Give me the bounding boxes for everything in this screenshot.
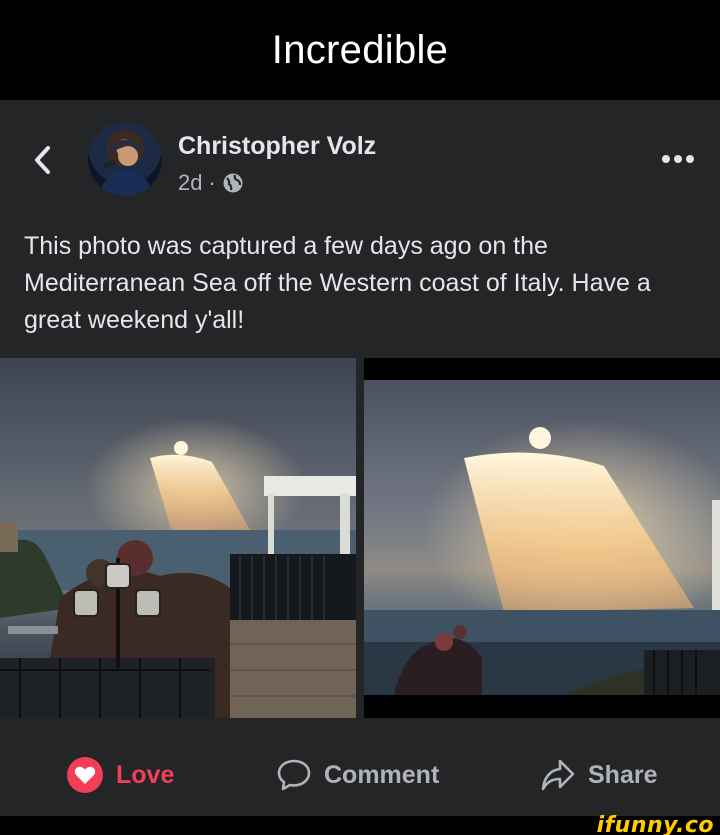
love-label: Love — [116, 760, 175, 789]
share-icon — [541, 759, 575, 791]
post-header: Christopher Volz 2d · — [0, 100, 720, 200]
share-button[interactable]: Share — [540, 752, 657, 798]
footer-bar: ifunny.co — [0, 813, 720, 835]
comment-icon — [277, 759, 311, 791]
meme-title: Incredible — [0, 0, 720, 100]
facebook-post: Christopher Volz 2d · This photo was cap… — [0, 100, 720, 816]
action-bar: Love Comment Share — [0, 740, 720, 810]
back-chevron-icon — [35, 146, 50, 174]
comment-button[interactable]: Comment — [276, 752, 439, 798]
post-meta: 2d · — [178, 170, 244, 196]
author-name[interactable]: Christopher Volz — [178, 132, 376, 161]
post-age[interactable]: 2d — [178, 170, 202, 196]
meta-separator: · — [208, 170, 216, 195]
post-text: This photo was captured a few days ago o… — [24, 232, 651, 334]
back-button[interactable] — [28, 140, 58, 180]
comment-label: Comment — [324, 760, 440, 789]
post-photo-right[interactable] — [364, 358, 720, 718]
post-photo-left[interactable] — [0, 358, 356, 718]
sky-photo — [364, 380, 720, 695]
more-options-button[interactable] — [656, 144, 700, 174]
share-label: Share — [588, 760, 658, 789]
more-dots-icon — [662, 155, 694, 163]
avatar[interactable] — [88, 122, 162, 196]
ifunny-watermark: ifunny.co — [596, 813, 714, 835]
love-button[interactable]: Love — [66, 752, 174, 798]
globe-icon — [222, 172, 244, 194]
love-reaction-icon — [67, 757, 103, 793]
